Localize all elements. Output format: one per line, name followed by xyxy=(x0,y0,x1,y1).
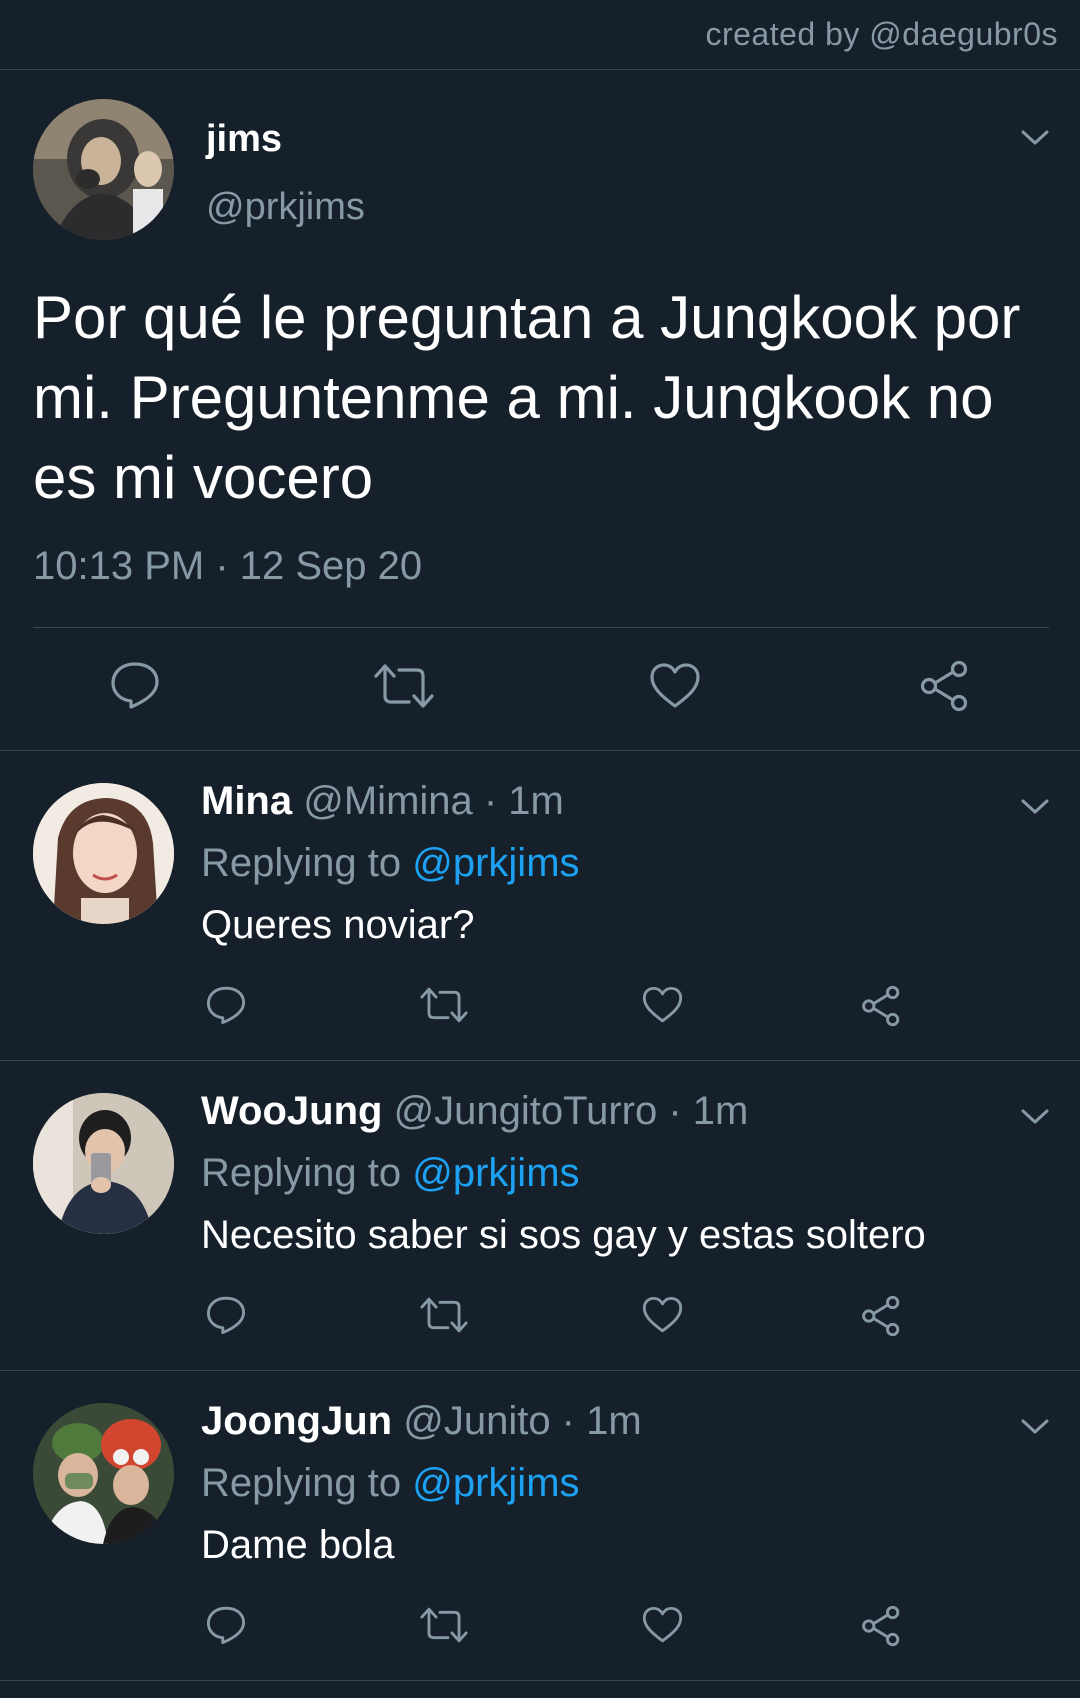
reply-icon[interactable] xyxy=(205,1295,247,1335)
author-meta[interactable]: @Junito · 1m xyxy=(403,1399,641,1443)
author-name[interactable]: JoongJun xyxy=(201,1399,392,1443)
avatar[interactable] xyxy=(33,99,174,240)
reply-actions xyxy=(0,985,1080,1035)
reply-header: JoongJun @Junito · 1m xyxy=(201,1399,642,1444)
mention-link[interactable]: @prkjims xyxy=(412,841,579,885)
creator-credit: created by @daegubr0s xyxy=(705,16,1058,52)
chevron-down-icon[interactable] xyxy=(1020,797,1050,817)
main-tweet[interactable]: jims @prkjims Por qué le preguntan a Jun… xyxy=(0,70,1080,751)
retweet-icon[interactable] xyxy=(373,662,435,710)
replying-label: Replying to xyxy=(201,1151,402,1195)
avatar-photo xyxy=(33,99,174,240)
credit-bar: created by @daegubr0s xyxy=(0,0,1080,70)
replying-to: Replying to @prkjims xyxy=(201,841,580,886)
share-icon[interactable] xyxy=(918,660,972,712)
avatar[interactable] xyxy=(33,1093,174,1234)
reply-header: WooJung @JungitoTurro · 1m xyxy=(201,1089,748,1134)
share-icon[interactable] xyxy=(860,1295,903,1337)
chevron-down-icon[interactable] xyxy=(1020,1417,1050,1437)
reply-tweet[interactable]: Mina @Mimina · 1m Replying to @prkjims Q… xyxy=(0,751,1080,1061)
reply-text: Dame bola xyxy=(201,1523,395,1567)
replying-to: Replying to @prkjims xyxy=(201,1461,580,1506)
like-icon[interactable] xyxy=(648,662,702,710)
like-icon[interactable] xyxy=(641,1296,684,1334)
retweet-icon[interactable] xyxy=(419,1296,469,1334)
author-meta[interactable]: @Mimina · 1m xyxy=(303,779,564,823)
replying-label: Replying to xyxy=(201,1461,402,1505)
avatar-photo xyxy=(33,783,174,924)
share-icon[interactable] xyxy=(860,985,903,1027)
mention-link[interactable]: @prkjims xyxy=(412,1151,579,1195)
tweet-actions xyxy=(0,660,1080,720)
author-name[interactable]: Mina xyxy=(201,779,292,823)
author-name[interactable]: WooJung xyxy=(201,1089,382,1133)
author-name[interactable]: jims xyxy=(206,118,282,161)
reply-text: Queres noviar? xyxy=(201,903,475,947)
retweet-icon[interactable] xyxy=(419,1606,469,1644)
replying-to: Replying to @prkjims xyxy=(201,1151,580,1196)
retweet-icon[interactable] xyxy=(419,986,469,1024)
reply-tweet[interactable]: JoongJun @Junito · 1m Replying to @prkji… xyxy=(0,1371,1080,1681)
author-meta[interactable]: @JungitoTurro · 1m xyxy=(394,1089,749,1133)
divider xyxy=(33,627,1049,628)
reply-text: Necesito saber si sos gay y estas solter… xyxy=(201,1213,926,1257)
chevron-down-icon[interactable] xyxy=(1020,128,1050,148)
avatar-photo xyxy=(33,1093,174,1234)
tweet-text: Por qué le preguntan a Jungkook por mi. … xyxy=(33,284,1021,511)
reply-tweet[interactable]: WooJung @JungitoTurro · 1m Replying to @… xyxy=(0,1061,1080,1371)
reply-actions xyxy=(0,1295,1080,1345)
like-icon[interactable] xyxy=(641,986,684,1024)
reply-header: Mina @Mimina · 1m xyxy=(201,779,564,824)
share-icon[interactable] xyxy=(860,1605,903,1647)
mention-link[interactable]: @prkjims xyxy=(412,1461,579,1505)
avatar[interactable] xyxy=(33,783,174,924)
reply-actions xyxy=(0,1605,1080,1655)
author-handle[interactable]: @prkjims xyxy=(206,186,365,229)
avatar-photo xyxy=(33,1403,174,1544)
reply-icon[interactable] xyxy=(205,985,247,1025)
replying-label: Replying to xyxy=(201,841,402,885)
avatar[interactable] xyxy=(33,1403,174,1544)
like-icon[interactable] xyxy=(641,1606,684,1644)
reply-icon[interactable] xyxy=(205,1605,247,1645)
chevron-down-icon[interactable] xyxy=(1020,1107,1050,1127)
tweet-timestamp[interactable]: 10:13 PM · 12 Sep 20 xyxy=(33,544,422,589)
reply-icon[interactable] xyxy=(109,660,161,710)
